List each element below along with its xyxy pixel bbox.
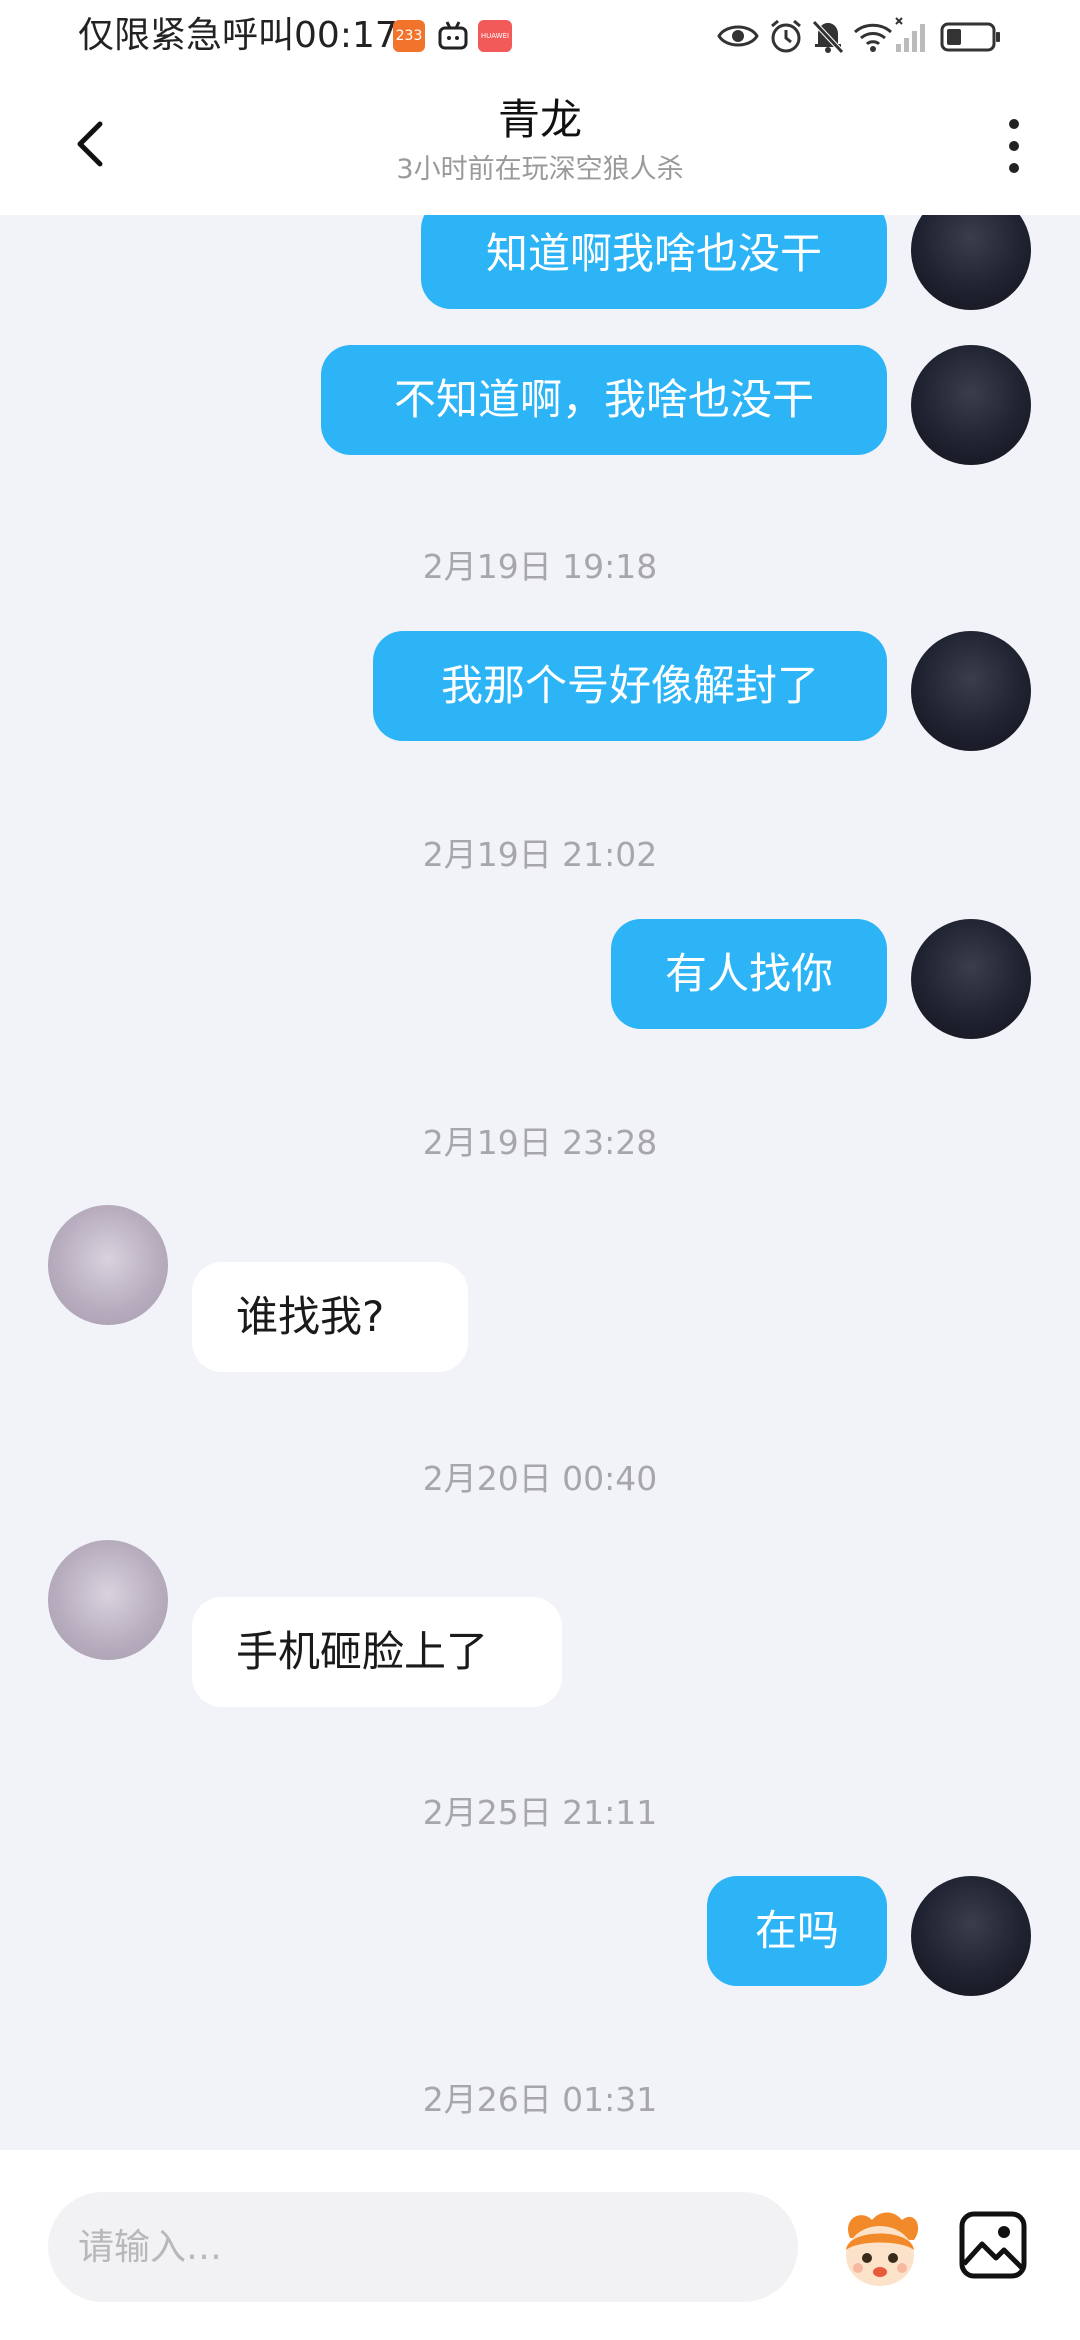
message-timestamp: 2月19日 23:28 <box>422 1123 658 1162</box>
wifi-icon <box>853 23 893 52</box>
battery-icon <box>940 22 1000 52</box>
status-bar: 仅限紧急呼叫00:17 233 HUAWEI <box>0 0 1080 72</box>
message-timestamp: 2月25日 21:11 <box>422 1793 658 1832</box>
message-bubble-incoming[interactable]: 手机砸脸上了 <box>192 1597 562 1707</box>
eye-icon <box>717 25 759 47</box>
mute-bell-icon <box>812 20 844 54</box>
message-timestamp: 2月26日 01:31 <box>422 2080 658 2119</box>
clock: 00:17 <box>294 15 398 56</box>
message-bubble-incoming[interactable]: 谁找我? <box>192 1262 468 1372</box>
avatar-self[interactable] <box>911 631 1031 751</box>
carrier-text: 仅限紧急呼叫 <box>78 15 295 56</box>
message-bubble-outgoing[interactable]: 我那个号好像解封了 <box>373 631 887 741</box>
message-bubble-outgoing[interactable]: 知道啊我啥也没干 <box>421 215 887 309</box>
message-list[interactable]: 知道啊我啥也没干 不知道啊，我啥也没干 2月19日 19:18 我那个号好像解封… <box>0 215 1080 2150</box>
presence-status: 3小时前在玩深空狼人杀 <box>396 154 684 185</box>
message-timestamp: 2月20日 00:40 <box>422 1459 658 1498</box>
message-timestamp: 2月19日 21:02 <box>422 835 658 874</box>
more-vertical-icon[interactable] <box>996 110 1032 182</box>
avatar-self[interactable] <box>911 345 1031 465</box>
avatar-self[interactable] <box>911 919 1031 1039</box>
message-bubble-outgoing[interactable]: 不知道啊，我啥也没干 <box>321 345 887 455</box>
chat-header: 青龙 3小时前在玩深空狼人杀 <box>0 72 1080 215</box>
signal-icon <box>895 17 925 52</box>
message-bubble-outgoing[interactable]: 在吗 <box>707 1876 887 1986</box>
avatar-peer[interactable] <box>48 1540 168 1660</box>
page-title: 青龙 <box>497 95 582 144</box>
avatar-self[interactable] <box>911 215 1031 310</box>
message-input[interactable] <box>48 2192 798 2302</box>
avatar-self[interactable] <box>911 1876 1031 1996</box>
image-icon[interactable] <box>958 2210 1028 2280</box>
app-badge-233-icon: 233 <box>393 20 425 52</box>
app-badge-huawei-icon: HUAWEI <box>478 20 512 52</box>
message-bubble-outgoing[interactable]: 有人找你 <box>611 919 887 1029</box>
message-timestamp: 2月19日 19:18 <box>422 547 658 586</box>
emoji-mascot-icon[interactable] <box>832 2200 928 2296</box>
status-carrier-time: 仅限紧急呼叫00:17 <box>78 12 398 60</box>
alarm-icon <box>771 19 801 53</box>
bilibili-icon <box>436 20 470 52</box>
composer-bar <box>0 2150 1080 2340</box>
avatar-peer[interactable] <box>48 1205 168 1325</box>
